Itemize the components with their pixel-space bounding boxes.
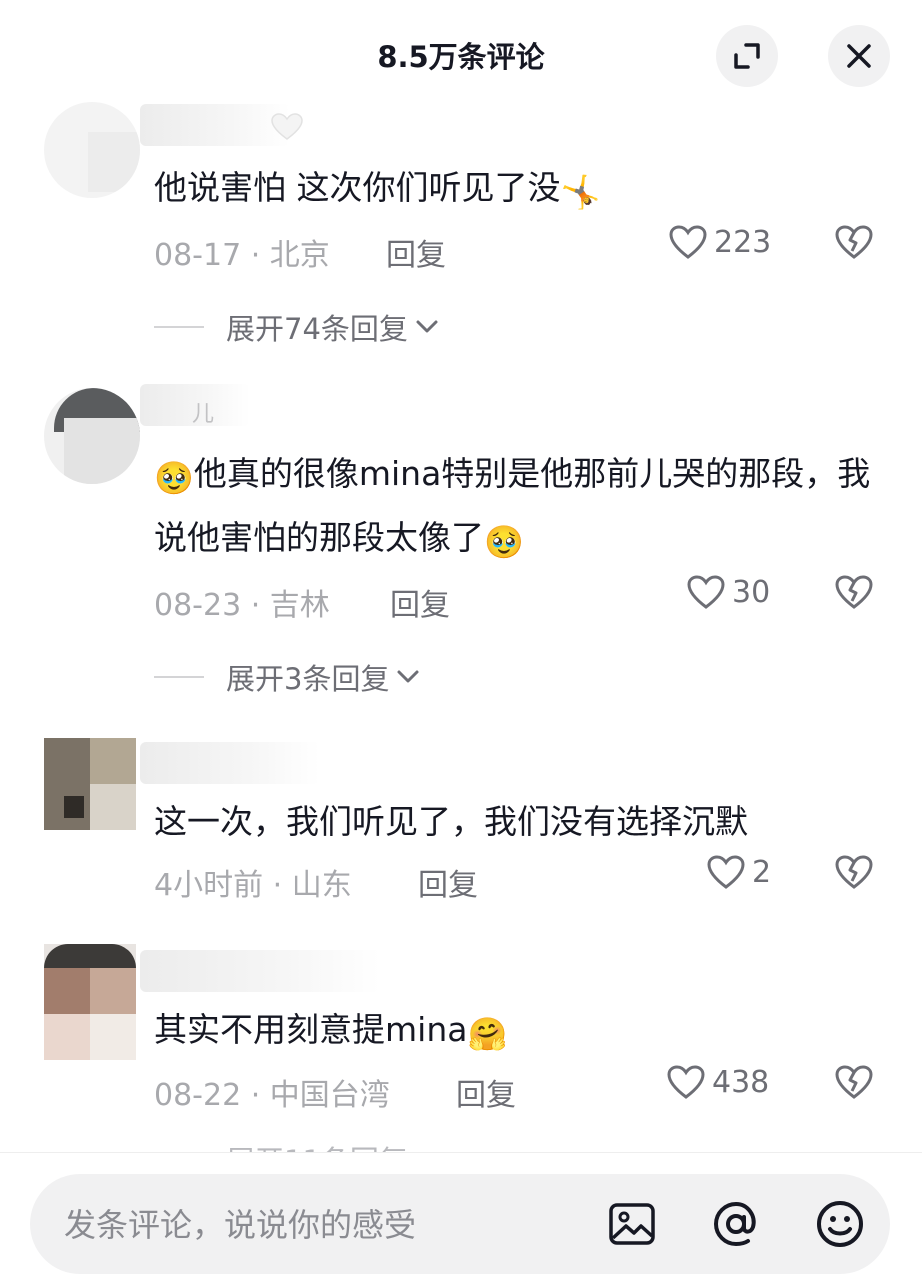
like-count: 2 (752, 854, 772, 890)
chevron-down-icon (397, 670, 419, 683)
reply-button[interactable]: 回复 (386, 230, 446, 274)
emoji: 🤸 (560, 173, 601, 211)
comment-text: 🥹他真的很像mina特别是他那前儿哭的那段，我说他害怕的那段太像了🥹 (154, 454, 871, 561)
dislike-button[interactable] (834, 574, 874, 618)
comment-input[interactable] (62, 1198, 586, 1252)
comment-date-location: 08-22 · 中国台湾 (154, 1078, 390, 1113)
reply-button[interactable]: 回复 (456, 1070, 516, 1114)
avatar[interactable] (44, 102, 140, 198)
chevron-down-icon (416, 320, 438, 333)
dislike-button[interactable] (834, 854, 874, 898)
heart-outline-icon (667, 1065, 705, 1099)
like-count: 438 (712, 1064, 770, 1100)
expand-replies-label: 展开3条回复 (226, 662, 390, 696)
comments-header: 8.5万条评论 (0, 0, 922, 110)
emoji-button[interactable] (812, 1196, 868, 1252)
heart-badge-icon (271, 113, 303, 140)
like-button[interactable]: 438 (666, 1064, 769, 1100)
like-count: 223 (714, 224, 772, 260)
reply-button[interactable]: 回复 (390, 580, 450, 624)
image-icon (609, 1203, 655, 1245)
at-icon (713, 1201, 756, 1247)
heart-outline-icon (669, 225, 707, 259)
username-blurred[interactable] (140, 950, 380, 992)
heart-outline-icon (707, 855, 745, 889)
dislike-button[interactable] (834, 224, 874, 268)
avatar[interactable] (44, 944, 136, 1060)
emoji: 🥹 (484, 523, 524, 561)
avatar[interactable] (44, 388, 140, 484)
like-button[interactable]: 223 (668, 224, 771, 260)
expand-icon (734, 43, 760, 69)
comment-input-container[interactable] (30, 1174, 890, 1274)
emoji: 🥹 (154, 459, 194, 497)
broken-heart-icon (835, 575, 873, 609)
comment-text: 他说害怕 这次你们听见了没🤸 (154, 168, 601, 211)
mention-button[interactable] (708, 1196, 764, 1252)
username-fragment[interactable]: 儿 (192, 396, 214, 428)
expand-replies[interactable]: 展开3条回复 (154, 656, 421, 698)
heart-outline-icon (687, 575, 725, 609)
avatar[interactable] (44, 738, 136, 830)
emoji: 🤗 (467, 1015, 508, 1053)
broken-heart-icon (835, 1065, 873, 1099)
broken-heart-icon (835, 225, 873, 259)
broken-heart-icon (835, 855, 873, 889)
username-blurred[interactable] (140, 104, 290, 146)
comment-text: 其实不用刻意提mina🤗 (154, 1010, 508, 1053)
comment-count-title: 8.5万条评论 (377, 40, 545, 74)
username-blurred[interactable] (140, 742, 320, 784)
smiley-icon (817, 1201, 863, 1247)
reply-button[interactable]: 回复 (418, 860, 478, 904)
comment-date-location: 4小时前 · 山东 (154, 868, 352, 903)
expand-replies[interactable]: 展开74条回复 (154, 306, 440, 348)
comment-date-location: 08-17 · 北京 (154, 238, 330, 273)
image-button[interactable] (604, 1196, 660, 1252)
comment-date-location: 08-23 · 吉林 (154, 588, 330, 623)
expand-button[interactable] (716, 25, 778, 87)
close-button[interactable] (828, 25, 890, 87)
like-button[interactable]: 30 (686, 574, 770, 610)
divider-line (154, 676, 204, 678)
comment-text: 这一次，我们听见了，我们没有选择沉默 (154, 802, 748, 841)
divider-line (154, 326, 204, 328)
like-count: 30 (732, 574, 771, 610)
expand-replies-label: 展开74条回复 (226, 312, 408, 346)
dislike-button[interactable] (834, 1064, 874, 1108)
close-icon (847, 44, 871, 68)
like-button[interactable]: 2 (706, 854, 771, 890)
